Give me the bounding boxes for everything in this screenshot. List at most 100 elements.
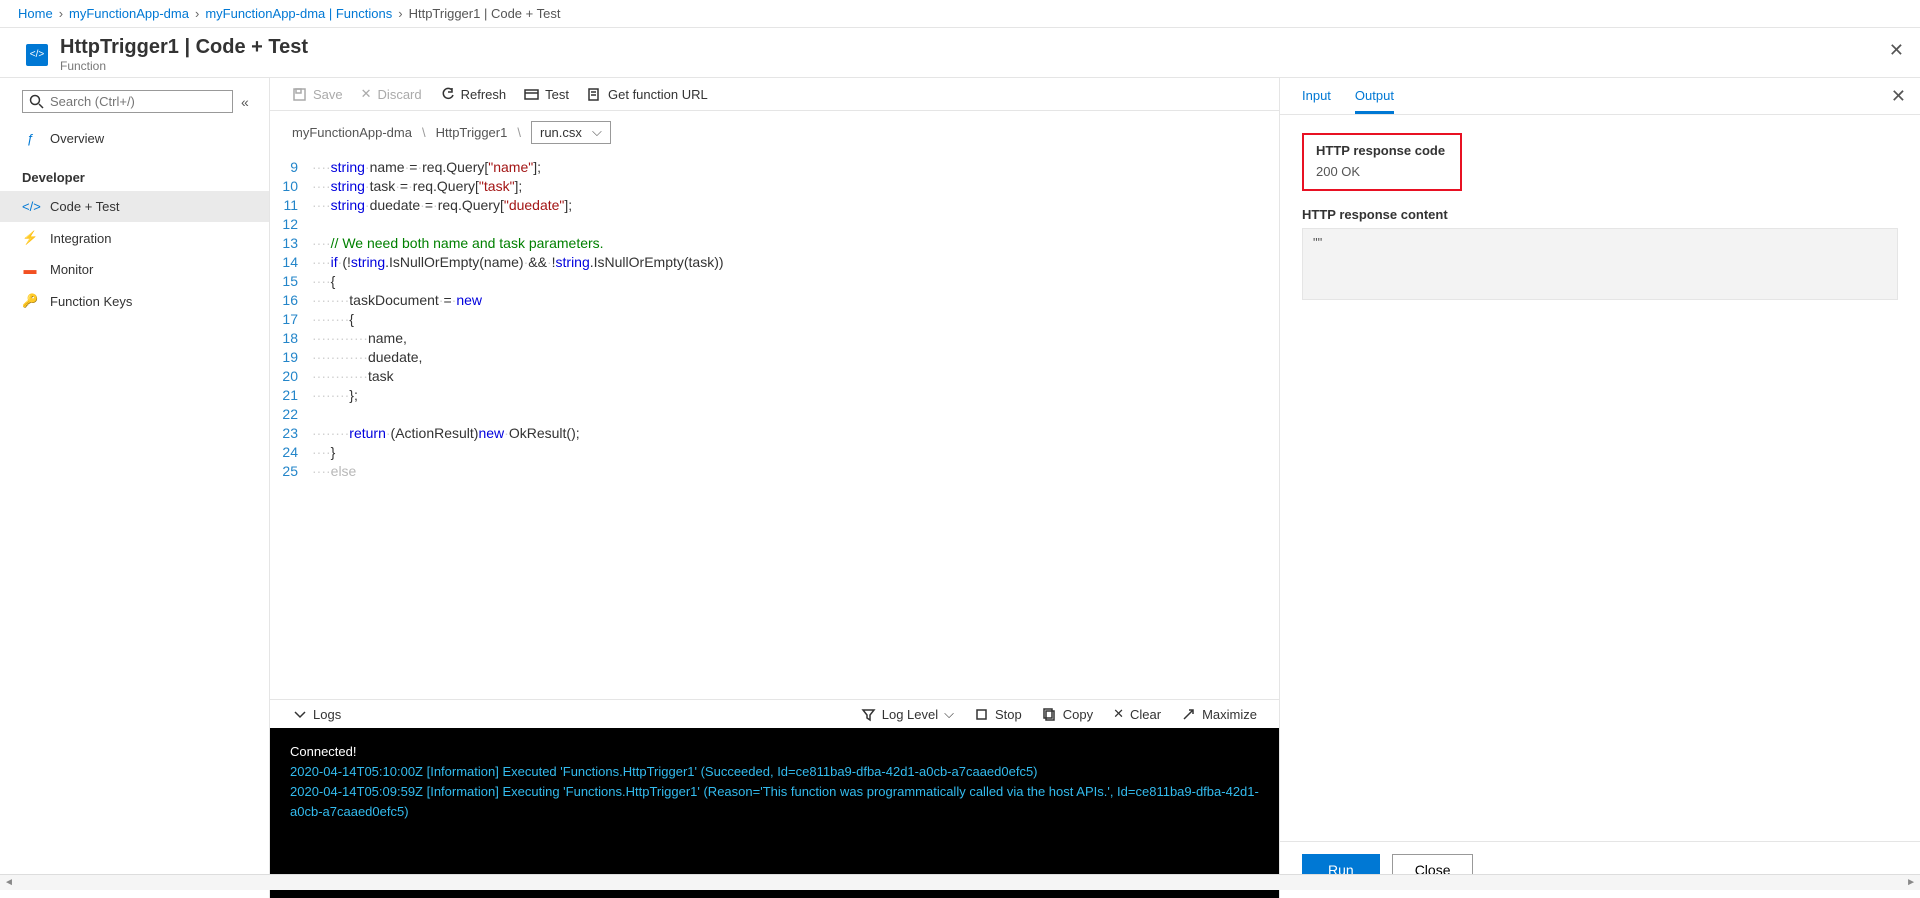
code-content[interactable]: ····string·task·=·req.Query["task"]; [312,177,1279,196]
search-field[interactable] [50,94,226,109]
code-content[interactable]: ····// We need both name and task parame… [312,234,1279,253]
sidebar-item-integration[interactable]: ⚡ Integration [0,222,269,254]
response-content-label: HTTP response content [1302,207,1898,222]
chevron-right-icon: › [195,6,199,21]
close-blade-button[interactable]: ✕ [1889,40,1904,61]
filter-icon [861,707,876,722]
discard-button[interactable]: ✕ Discard [361,86,422,102]
code-line[interactable]: 10····string·task·=·req.Query["task"]; [270,177,1279,196]
sidebar-item-monitor[interactable]: ▬ Monitor [0,254,269,285]
response-code-label: HTTP response code [1316,143,1448,158]
tab-output[interactable]: Output [1355,88,1394,114]
breadcrumb-current: HttpTrigger1 | Code + Test [409,6,561,21]
path-func: HttpTrigger1 [436,125,508,140]
code-content[interactable]: ········taskDocument·=·new [312,291,1279,310]
logs-panel[interactable]: Connected! 2020-04-14T05:10:00Z [Informa… [270,728,1279,898]
code-line[interactable]: 15····{ [270,272,1279,291]
code-content[interactable]: ············name, [312,329,1279,348]
line-number: 17 [270,310,312,329]
breadcrumb-home[interactable]: Home [18,6,53,21]
line-number: 10 [270,177,312,196]
line-number: 14 [270,253,312,272]
refresh-label: Refresh [461,87,507,102]
response-code-value: 200 OK [1316,164,1448,179]
line-number: 23 [270,424,312,443]
sidebar-item-function-keys[interactable]: 🔑 Function Keys [0,285,269,317]
code-line[interactable]: 19············duedate, [270,348,1279,367]
maximize-icon [1181,707,1196,722]
key-icon: 🔑 [22,293,38,309]
stop-button[interactable]: Stop [974,707,1022,722]
copy-label: Copy [1063,707,1093,722]
function-icon: </> [26,44,48,66]
clear-button[interactable]: ✕ Clear [1113,706,1161,722]
file-select-dropdown[interactable]: run.csx [531,121,611,144]
code-line[interactable]: 18············name, [270,329,1279,348]
code-content[interactable]: ····} [312,443,1279,462]
maximize-button[interactable]: Maximize [1181,707,1257,722]
code-content[interactable]: ········}; [312,386,1279,405]
code-content[interactable]: ············task [312,367,1279,386]
line-number: 24 [270,443,312,462]
code-line[interactable]: 20············task [270,367,1279,386]
discard-label: Discard [378,87,422,102]
breadcrumb: Home › myFunctionApp-dma › myFunctionApp… [0,0,1920,28]
code-content[interactable]: ····string·duedate·=·req.Query["duedate"… [312,196,1279,215]
test-button[interactable]: Test [524,87,569,102]
log-line: 2020-04-14T05:10:00Z [Information] Execu… [290,762,1259,782]
code-line[interactable]: 14····if·(!string.IsNullOrEmpty(name)·&&… [270,253,1279,272]
line-number: 12 [270,215,312,234]
copy-button[interactable]: Copy [1042,707,1093,722]
code-content[interactable]: ············duedate, [312,348,1279,367]
code-line[interactable]: 17········{ [270,310,1279,329]
code-content[interactable] [312,405,1279,424]
sidebar-item-label: Monitor [50,262,93,277]
sidebar-item-label: Integration [50,231,111,246]
line-number: 9 [270,158,312,177]
lightning-icon: ⚡ [22,230,38,246]
code-line[interactable]: 9····string·name·=·req.Query["name"]; [270,158,1279,177]
code-line[interactable]: 23········return·(ActionResult)new·OkRes… [270,424,1279,443]
sidebar-item-label: Code + Test [50,199,120,214]
code-content[interactable] [312,215,1279,234]
log-level-dropdown[interactable]: Log Level ⌵ [861,706,954,722]
code-line[interactable]: 11····string·duedate·=·req.Query["duedat… [270,196,1279,215]
line-number: 16 [270,291,312,310]
sidebar-item-overview[interactable]: ƒ Overview [0,123,269,154]
breadcrumb-app[interactable]: myFunctionApp-dma [69,6,189,21]
code-content[interactable]: ········return·(ActionResult)new·OkResul… [312,424,1279,443]
collapse-sidebar-button[interactable]: « [241,94,249,110]
horizontal-scrollbar[interactable]: ◄► [0,874,1920,890]
test-label: Test [545,87,569,102]
code-editor[interactable]: 9····string·name·=·req.Query["name"];10·… [270,154,1279,699]
save-button[interactable]: Save [292,87,343,102]
code-line[interactable]: 21········}; [270,386,1279,405]
response-content-box: "" [1302,228,1898,300]
code-line[interactable]: 22 [270,405,1279,424]
chevron-right-icon: › [59,6,63,21]
sidebar-item-code-test[interactable]: </> Code + Test [0,191,269,222]
search-input[interactable] [22,90,233,113]
tabs: Input Output [1280,78,1920,115]
code-line[interactable]: 25····else [270,462,1279,481]
code-content[interactable]: ····else [312,462,1279,481]
line-number: 22 [270,405,312,424]
refresh-button[interactable]: Refresh [440,87,507,102]
code-line[interactable]: 12 [270,215,1279,234]
code-line[interactable]: 16········taskDocument·=·new [270,291,1279,310]
file-path-row: myFunctionApp-dma \ HttpTrigger1 \ run.c… [270,111,1279,154]
code-content[interactable]: ····if·(!string.IsNullOrEmpty(name)·&&·!… [312,253,1279,272]
code-line[interactable]: 24····} [270,443,1279,462]
breadcrumb-functions[interactable]: myFunctionApp-dma | Functions [205,6,392,21]
log-connected: Connected! [290,742,1259,762]
logs-toggle[interactable]: Logs [292,707,341,722]
toolbar: Save ✕ Discard Refresh Test Get function… [270,78,1279,111]
code-content[interactable]: ····string·name·=·req.Query["name"]; [312,158,1279,177]
code-content[interactable]: ····{ [312,272,1279,291]
code-content[interactable]: ········{ [312,310,1279,329]
tab-input[interactable]: Input [1302,88,1331,114]
close-panel-button[interactable]: ✕ [1891,86,1906,107]
sidebar-item-label: Overview [50,131,104,146]
code-line[interactable]: 13····// We need both name and task para… [270,234,1279,253]
get-function-url-button[interactable]: Get function URL [587,87,708,102]
